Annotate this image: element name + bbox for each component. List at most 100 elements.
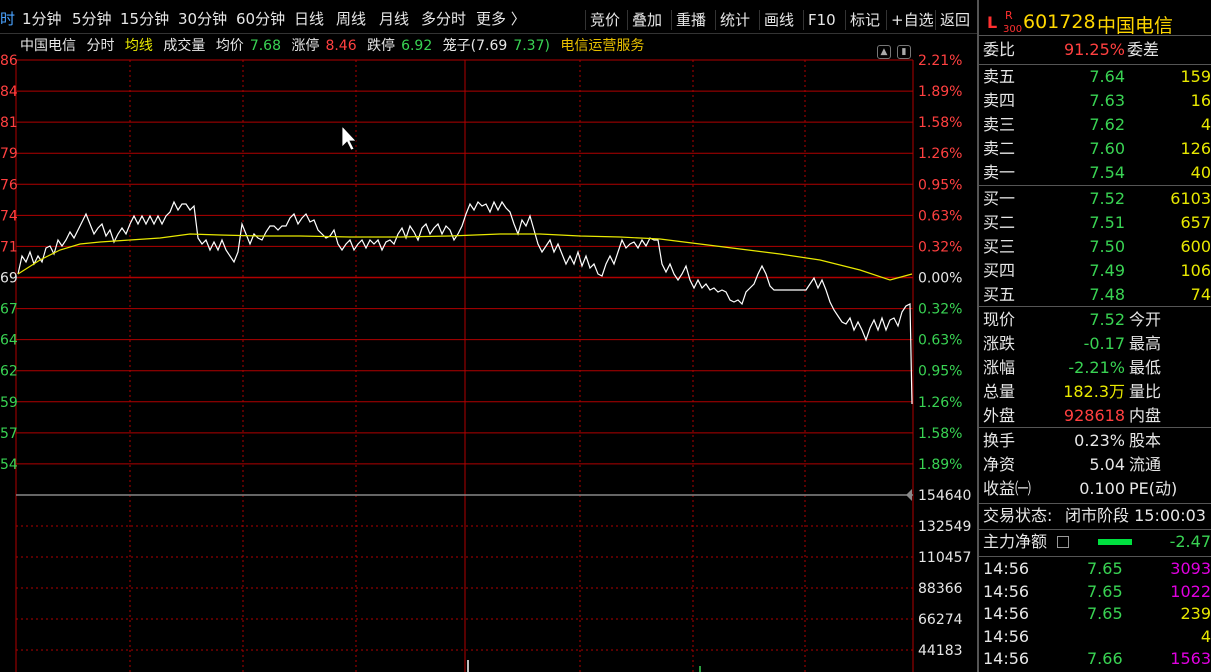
- order-book-row[interactable]: 卖五 7.64 159: [979, 65, 1211, 89]
- tick-row[interactable]: 14:56 4: [979, 626, 1211, 648]
- tick-volume: 1022: [1170, 581, 1211, 601]
- order-book-row[interactable]: 买四 7.49 106: [979, 259, 1211, 283]
- pct-axis-label: 0.32%: [918, 239, 962, 255]
- price-axis-label: 71: [0, 239, 18, 255]
- price-axis-label: 59: [0, 395, 18, 411]
- tick-time: 14:56: [983, 604, 1030, 623]
- divider: [979, 185, 1211, 186]
- row-label: 买五: [983, 285, 1016, 304]
- quote-label-secondary: 量比: [1129, 382, 1162, 401]
- quote-label: 总量: [983, 382, 1016, 401]
- toolbar-button[interactable]: 画线: [764, 8, 794, 32]
- avg-line-label[interactable]: 均线: [125, 38, 153, 54]
- row-label: 卖五: [983, 67, 1016, 86]
- pct-axis-label: 1.89%: [918, 84, 962, 100]
- tick-time: 14:56: [983, 649, 1030, 668]
- period-tab[interactable]: 5分钟: [72, 9, 112, 29]
- price-axis-label: 74: [0, 208, 18, 224]
- period-tab[interactable]: 60分钟: [236, 9, 285, 29]
- tick-row[interactable]: 14:56 7.65 1022: [979, 581, 1211, 603]
- row-label: 卖四: [983, 91, 1016, 110]
- tick-row[interactable]: 14:56 7.65 3093: [979, 558, 1211, 580]
- stock-name: 中国电信: [1097, 15, 1174, 37]
- row-volume: 600: [1180, 237, 1211, 256]
- toolbar-button[interactable]: F10: [808, 8, 836, 32]
- pct-axis-label: 1.58%: [918, 426, 962, 442]
- order-book-row[interactable]: 卖四 7.63 16: [979, 89, 1211, 113]
- pct-axis-label: 0.63%: [918, 208, 962, 224]
- row-price: 7.49: [1089, 261, 1125, 280]
- stock-index: 300: [1003, 24, 1023, 35]
- tick-time: 14:56: [983, 559, 1030, 578]
- toolbar-button[interactable]: 统计: [720, 8, 750, 32]
- panel-toggle-icon[interactable]: ▮: [897, 45, 911, 59]
- row-label: 买二: [983, 213, 1016, 232]
- row-price: 7.51: [1089, 213, 1125, 232]
- period-tab[interactable]: 1分钟: [22, 9, 62, 29]
- quote-row: 收益㈠ 0.100 PE(动): [979, 477, 1211, 501]
- order-book-row[interactable]: 买五 7.48 74: [979, 283, 1211, 307]
- quote-panel: L R 300 601728 中国电信 委比 91.25% 委差 卖五 7.64 1…: [977, 0, 1211, 672]
- volume-label[interactable]: 成交量: [163, 38, 205, 54]
- divider: [979, 306, 1211, 307]
- toolbar-separator: [759, 10, 760, 30]
- wei-bi-value: 91.25%: [1063, 40, 1125, 59]
- tick-price: 7.65: [1087, 604, 1123, 623]
- limit-down-value: 6.92: [401, 38, 433, 54]
- cage-value: 7.37): [513, 38, 550, 54]
- price-axis-label: 54: [0, 457, 18, 473]
- period-tab[interactable]: 15分钟: [120, 9, 169, 29]
- period-tab[interactable]: 30分钟: [178, 9, 227, 29]
- quote-label: 净资: [983, 455, 1016, 474]
- limit-up-label: 涨停: [291, 38, 320, 54]
- toolbar-button[interactable]: 叠加: [632, 8, 662, 32]
- toolbar-button[interactable]: 返回: [940, 8, 970, 32]
- toolbar-button[interactable]: 标记: [850, 8, 880, 32]
- tick-row[interactable]: 14:56 7.66 1563: [979, 648, 1211, 670]
- row-price: 7.52: [1089, 189, 1125, 208]
- row-volume: 657: [1180, 213, 1211, 232]
- price-axis-label: 57: [0, 426, 18, 442]
- tick-volume: 3093: [1170, 559, 1211, 578]
- row-label: 买四: [983, 261, 1016, 280]
- period-tab[interactable]: 月线: [379, 9, 409, 29]
- period-tab[interactable]: 时: [0, 9, 15, 29]
- period-tab[interactable]: 周线: [336, 9, 366, 29]
- chart-canvas[interactable]: 86 84 81 79 76 74 71 69 67 64 62 59 57 54 2.21% 1.89% 1.…: [0, 34, 977, 672]
- tick-row[interactable]: 14:56 7.65 239: [979, 603, 1211, 625]
- toolbar-button[interactable]: 竞价: [590, 8, 620, 32]
- pct-axis-label: 1.26%: [918, 395, 962, 411]
- quote-label-secondary: 股本: [1129, 431, 1162, 450]
- trade-status-label: 交易状态:: [983, 506, 1053, 525]
- trade-status-value: 闭市阶段 15:00:03: [1065, 506, 1206, 525]
- volume-axis-label: 132549: [918, 519, 971, 535]
- row-volume: 159: [1180, 67, 1211, 86]
- main-flow-row[interactable]: 主力净额 -2.47: [979, 530, 1211, 554]
- period-tab[interactable]: 多分时: [421, 9, 466, 29]
- expand-icon[interactable]: ▲: [877, 45, 891, 59]
- toolbar-button[interactable]: +自选: [891, 8, 934, 32]
- order-book-row[interactable]: 买二 7.51 657: [979, 211, 1211, 235]
- wei-bi-label: 委比: [983, 40, 1016, 59]
- chart-mode[interactable]: 分时: [86, 38, 114, 54]
- toolbar-button[interactable]: 重播: [676, 8, 706, 32]
- quote-value: 0.23%: [1074, 431, 1125, 450]
- order-book-row[interactable]: 买三 7.50 600: [979, 235, 1211, 259]
- order-book-row[interactable]: 卖一 7.54 40: [979, 161, 1211, 185]
- quote-label: 涨跌: [983, 334, 1016, 353]
- quote-row: 净资 5.04 流通: [979, 453, 1211, 477]
- volume-axis-label: 154640: [918, 488, 971, 504]
- mouse-cursor-icon: [341, 124, 357, 151]
- order-book-row[interactable]: 卖三 7.62 4: [979, 113, 1211, 137]
- row-volume: 4: [1200, 115, 1211, 134]
- industry-label[interactable]: 电信运营服务: [560, 38, 644, 54]
- list-icon[interactable]: [1057, 536, 1069, 548]
- intraday-chart[interactable]: 86 84 81 79 76 74 71 69 67 64 62 59 57 54 2.21% 1.89% 1.…: [0, 34, 977, 672]
- quote-value: 182.3万: [1063, 382, 1125, 401]
- order-book-row[interactable]: 买一 7.52 6103: [979, 187, 1211, 211]
- row-label: 卖三: [983, 115, 1016, 134]
- period-tab[interactable]: 日线: [294, 9, 324, 29]
- period-tab[interactable]: 更多 〉: [476, 9, 526, 29]
- order-book-row[interactable]: 卖二 7.60 126: [979, 137, 1211, 161]
- tick-volume: 4: [1200, 626, 1211, 646]
